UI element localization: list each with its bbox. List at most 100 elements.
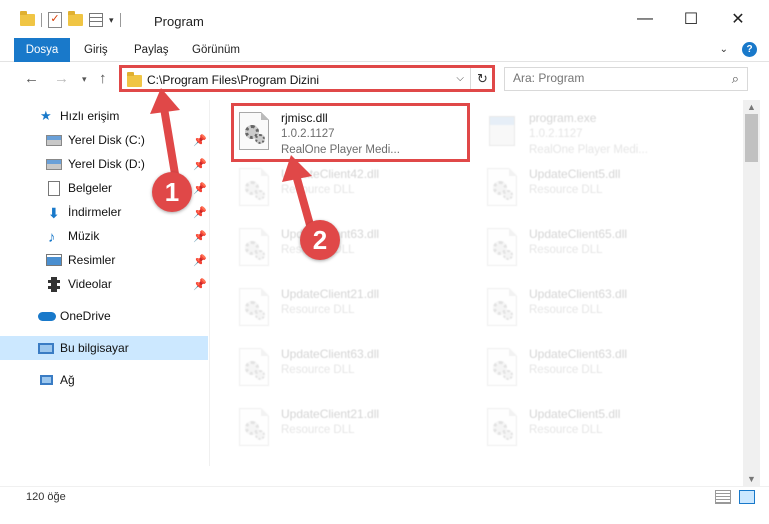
sidebar-item-label: Yerel Disk (D:)	[68, 157, 145, 171]
sidebar-item-label: Videolar	[68, 277, 112, 291]
close-button[interactable]: ✕	[715, 0, 761, 38]
sidebar-item-music[interactable]: ♪ Müzik 📌	[0, 224, 208, 248]
pin-icon[interactable]: 📌	[193, 230, 207, 243]
file-item[interactable]: UpdateClient65.dll Resource DLL	[483, 220, 713, 276]
sidebar-item-local-disk-c[interactable]: Yerel Disk (C:) 📌	[0, 128, 208, 152]
file-item[interactable]: UpdateClient5.dll Resource DLL	[483, 400, 713, 456]
dll-icon	[239, 408, 271, 448]
up-arrow-icon[interactable]: ↑	[99, 70, 107, 87]
expand-ribbon-icon[interactable]: ⌄	[720, 44, 728, 55]
vertical-scrollbar[interactable]: ▲ ▼	[743, 100, 760, 486]
help-icon[interactable]: ?	[742, 42, 757, 57]
videos-icon	[48, 276, 60, 292]
sidebar-item-this-pc[interactable]: Bu bilgisayar	[0, 336, 208, 360]
sidebar-item-label: Müzik	[68, 229, 100, 243]
dll-icon	[239, 288, 271, 328]
pin-icon[interactable]: 📌	[193, 134, 207, 147]
pin-icon[interactable]: 📌	[193, 278, 207, 291]
sidebar-item-quick-access[interactable]: ★ Hızlı erişim	[0, 104, 208, 128]
file-description: Resource DLL	[529, 184, 603, 196]
step-2-badge: 2	[300, 220, 340, 260]
dll-icon	[487, 168, 519, 208]
sidebar-item-label: Belgeler	[68, 181, 113, 195]
minimize-button[interactable]: —	[622, 0, 668, 38]
dll-icon	[487, 408, 519, 448]
scroll-thumb[interactable]	[745, 114, 758, 162]
search-icon[interactable]: ⌕	[732, 71, 739, 87]
document-icon	[48, 180, 60, 196]
file-name: UpdateClient63.dll	[529, 287, 628, 301]
recent-locations-dropdown-icon[interactable]: ▾	[82, 74, 87, 85]
file-name: UpdateClient21.dll	[281, 407, 380, 421]
file-description: Resource DLL	[281, 424, 355, 436]
search-input[interactable]	[513, 71, 713, 85]
file-name: program.exe	[529, 111, 597, 125]
forward-arrow-icon[interactable]: →	[54, 70, 69, 87]
file-item[interactable]: UpdateClient21.dll Resource DLL	[235, 400, 465, 456]
dll-icon	[239, 348, 271, 388]
tab-paylas[interactable]: Paylaş	[124, 38, 179, 62]
details-view-icon[interactable]	[715, 490, 731, 504]
sidebar-item-label: Ağ	[60, 373, 75, 387]
scroll-up-icon[interactable]: ▲	[747, 102, 756, 112]
navigation-pane: ★ Hızlı erişim Yerel Disk (C:) 📌 Yerel D…	[0, 100, 210, 466]
drive-icon	[46, 158, 62, 170]
tab-dosya[interactable]: Dosya	[14, 38, 70, 62]
file-description: Resource DLL	[529, 304, 603, 316]
new-folder-icon[interactable]	[68, 11, 83, 26]
file-name: UpdateClient42.dll	[281, 167, 380, 181]
divider	[119, 13, 121, 27]
ribbon-tabs: Dosya Giriş Paylaş Görünüm ⌄ ?	[0, 38, 769, 62]
star-icon: ★	[40, 108, 52, 123]
file-item[interactable]: UpdateClient63.dll Resource DLL	[235, 220, 465, 276]
file-description: Resource DLL	[529, 424, 603, 436]
pin-icon[interactable]: 📌	[193, 206, 207, 219]
sidebar-item-pictures[interactable]: Resimler 📌	[0, 248, 208, 272]
ribbon-controls: ⌄ ?	[720, 42, 757, 57]
dll-icon	[487, 288, 519, 328]
sidebar-item-videos[interactable]: Videolar 📌	[0, 272, 208, 296]
file-item[interactable]: UpdateClient42.dll Resource DLL	[235, 160, 465, 216]
tiles-view-icon[interactable]	[739, 490, 755, 504]
network-icon	[40, 375, 53, 385]
music-icon: ♪	[48, 229, 56, 246]
tab-gorunum[interactable]: Görünüm	[182, 38, 250, 62]
step-1-badge: 1	[152, 172, 192, 212]
pin-icon[interactable]: 📌	[193, 182, 207, 195]
file-name: UpdateClient65.dll	[529, 227, 628, 241]
file-item-program-exe[interactable]: program.exe 1.0.2.1127 RealOne Player Me…	[483, 104, 713, 160]
drive-icon	[46, 134, 62, 146]
quick-access-toolbar: ✓ ▾	[20, 11, 121, 28]
sidebar-item-label: Hızlı erişim	[60, 109, 120, 123]
pictures-icon	[46, 254, 62, 266]
sidebar-item-network[interactable]: Ağ	[0, 368, 208, 392]
properties-check-icon[interactable]: ✓	[48, 12, 62, 28]
file-item[interactable]: UpdateClient21.dll Resource DLL	[235, 280, 465, 336]
dll-icon	[487, 228, 519, 268]
file-description: Resource DLL	[281, 364, 355, 376]
cloud-icon	[38, 311, 56, 321]
sidebar-item-onedrive[interactable]: OneDrive	[0, 304, 208, 328]
sidebar-item-label: Resimler	[68, 253, 116, 267]
pin-icon[interactable]: 📌	[193, 254, 207, 267]
scroll-down-icon[interactable]: ▼	[747, 474, 756, 484]
file-name: UpdateClient63.dll	[529, 347, 628, 361]
file-item[interactable]: UpdateClient63.dll Resource DLL	[483, 340, 713, 396]
sidebar-item-label: Bu bilgisayar	[60, 341, 129, 355]
file-item[interactable]: UpdateClient63.dll Resource DLL	[235, 340, 465, 396]
item-count: 120 öğe	[26, 491, 66, 503]
file-name: UpdateClient5.dll	[529, 407, 621, 421]
maximize-button[interactable]: ☐	[668, 0, 714, 38]
dll-icon	[239, 168, 271, 208]
window-title: Program	[154, 14, 204, 29]
back-arrow-icon[interactable]: ←	[24, 70, 39, 87]
file-item[interactable]: UpdateClient63.dll Resource DLL	[483, 280, 713, 336]
customize-dropdown-icon[interactable]: ▾	[109, 15, 114, 26]
tab-giris[interactable]: Giriş	[74, 38, 118, 62]
properties-icon[interactable]	[89, 13, 103, 27]
file-name: UpdateClient63.dll	[281, 347, 380, 361]
computer-icon	[38, 342, 54, 354]
pin-icon[interactable]: 📌	[193, 158, 207, 171]
search-box[interactable]: ⌕	[504, 67, 748, 91]
file-item[interactable]: UpdateClient5.dll Resource DLL	[483, 160, 713, 216]
